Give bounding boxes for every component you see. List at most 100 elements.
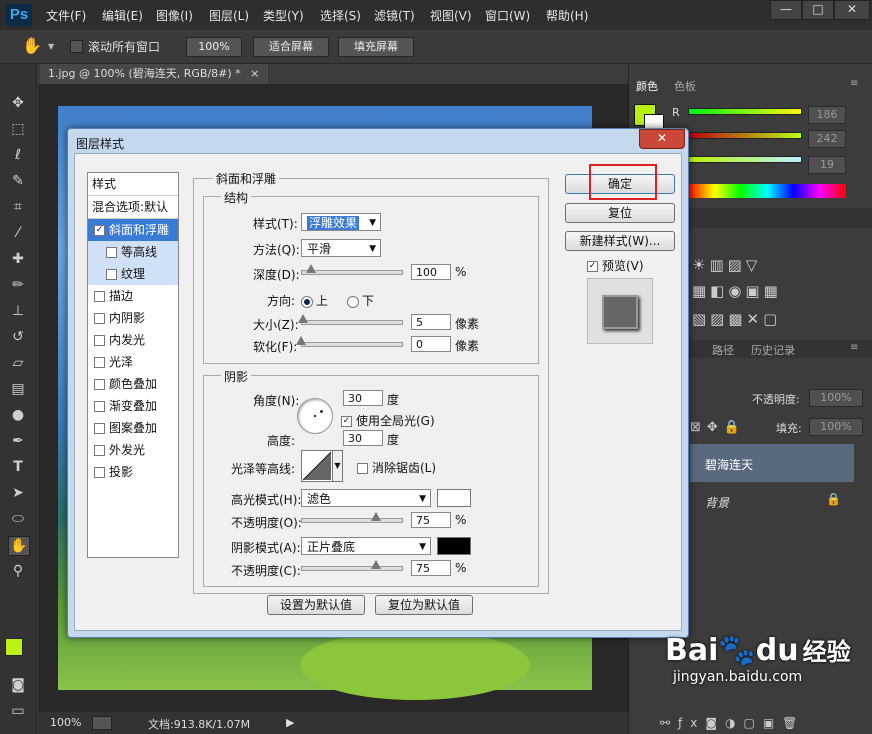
soften-slider-thumb[interactable] bbox=[296, 336, 306, 345]
fill-value[interactable]: 100% bbox=[809, 418, 863, 436]
lock-icons[interactable]: ⊠✥🔒 bbox=[690, 420, 746, 435]
menu-file[interactable]: 文件(F) bbox=[46, 7, 86, 24]
dodge-tool-icon[interactable]: ● bbox=[8, 406, 28, 424]
style-item[interactable]: 图案叠加 bbox=[88, 417, 178, 439]
styles-header[interactable]: 样式 bbox=[88, 173, 178, 196]
style-checkbox[interactable] bbox=[94, 445, 105, 456]
adjustment-icons-row-3[interactable]: ▧▨▩✕▢ bbox=[692, 310, 781, 328]
color-tab[interactable]: 颜色 bbox=[636, 78, 658, 94]
size-input[interactable]: 5 bbox=[411, 314, 451, 330]
menu-layer[interactable]: 图层(L) bbox=[209, 7, 249, 24]
lasso-tool-icon[interactable]: ℓ bbox=[8, 146, 28, 164]
method-select[interactable]: 平滑 ▼ bbox=[301, 239, 381, 257]
gradient-tool-icon[interactable]: ▤ bbox=[8, 380, 28, 398]
angle-input[interactable]: 30 bbox=[343, 390, 383, 406]
make-default-button[interactable]: 设置为默认值 bbox=[267, 595, 365, 615]
menu-window[interactable]: 窗口(W) bbox=[485, 7, 530, 24]
hand-tool-button-icon[interactable]: ✋ bbox=[8, 536, 30, 556]
pen-tool-icon[interactable]: ✒ bbox=[8, 432, 28, 450]
style-checkbox[interactable]: ✓ bbox=[94, 225, 105, 236]
radio-up[interactable] bbox=[301, 295, 313, 308]
zoom-100-button[interactable]: 100% bbox=[186, 37, 242, 57]
healing-tool-icon[interactable]: ✚ bbox=[8, 250, 28, 268]
stamp-tool-icon[interactable]: ⊥ bbox=[8, 302, 28, 320]
size-slider-track[interactable] bbox=[301, 320, 403, 325]
contour-dropdown-icon[interactable]: ▼ bbox=[332, 450, 343, 482]
layer-row-selected[interactable]: 碧海连天 bbox=[690, 444, 854, 482]
style-item[interactable]: 渐变叠加 bbox=[88, 395, 178, 417]
history-brush-tool-icon[interactable]: ↺ bbox=[8, 328, 28, 346]
adjustment-icons-row-1[interactable]: ☀▥▨▽ bbox=[692, 256, 761, 274]
shadow-opacity-thumb[interactable] bbox=[371, 560, 381, 569]
fit-screen-button[interactable]: 适合屏幕 bbox=[253, 37, 329, 57]
shape-tool-icon[interactable]: ⬭ bbox=[8, 510, 28, 528]
adjustment-icons-row-2[interactable]: ▦◧◉▣▦ bbox=[692, 282, 782, 300]
altitude-input[interactable]: 30 bbox=[343, 430, 383, 446]
highlight-color-swatch[interactable] bbox=[437, 489, 471, 507]
style-item[interactable]: ✓ 斜面和浮雕 bbox=[88, 219, 178, 241]
style-checkbox[interactable] bbox=[94, 423, 105, 434]
type-tool-icon[interactable]: T bbox=[8, 458, 28, 476]
preview-checkbox-row[interactable]: ✓ 预览(V) bbox=[587, 257, 644, 274]
depth-slider-track[interactable] bbox=[301, 270, 403, 275]
style-item[interactable]: 等高线 bbox=[88, 241, 178, 263]
highlight-mode-select[interactable]: 滤色 ▼ bbox=[301, 489, 431, 507]
style-item[interactable]: 描边 bbox=[88, 285, 178, 307]
close-tab-icon[interactable]: × bbox=[250, 67, 259, 80]
zoom-tool-icon[interactable]: ⚲ bbox=[8, 562, 28, 580]
style-item[interactable]: 光泽 bbox=[88, 351, 178, 373]
highlight-opacity-input[interactable]: 75 bbox=[411, 512, 451, 528]
path-select-tool-icon[interactable]: ➤ bbox=[8, 484, 28, 502]
layer-row[interactable]: 背景 🔒 bbox=[690, 484, 854, 518]
style-checkbox[interactable] bbox=[94, 291, 105, 302]
eraser-tool-icon[interactable]: ▱ bbox=[8, 354, 28, 372]
preview-checkbox[interactable]: ✓ bbox=[587, 261, 598, 272]
fill-screen-button[interactable]: 填充屏幕 bbox=[338, 37, 414, 57]
crop-tool-icon[interactable]: ⌗ bbox=[8, 198, 28, 216]
channel-r-value[interactable]: 186 bbox=[808, 106, 846, 124]
maximize-button[interactable]: □ bbox=[802, 0, 834, 20]
style-item[interactable]: 颜色叠加 bbox=[88, 373, 178, 395]
depth-slider-thumb[interactable] bbox=[306, 264, 316, 273]
style-checkbox[interactable] bbox=[94, 313, 105, 324]
reset-to-default-button[interactable]: 复位为默认值 bbox=[375, 595, 473, 615]
marquee-tool-icon[interactable]: ⬚ bbox=[8, 120, 28, 138]
shadow-opacity-input[interactable]: 75 bbox=[411, 560, 451, 576]
shadow-color-swatch[interactable] bbox=[437, 537, 471, 555]
soften-slider-track[interactable] bbox=[301, 342, 403, 347]
soften-input[interactable]: 0 bbox=[411, 336, 451, 352]
menu-filter[interactable]: 滤镜(T) bbox=[374, 7, 415, 24]
radio-down[interactable] bbox=[347, 295, 359, 308]
move-tool-icon[interactable]: ✥ bbox=[8, 94, 28, 112]
style-item[interactable]: 外发光 bbox=[88, 439, 178, 461]
new-style-button[interactable]: 新建样式(W)... bbox=[565, 231, 675, 251]
history-tab[interactable]: 历史记录 bbox=[751, 342, 795, 358]
shadow-opacity-track[interactable] bbox=[301, 566, 403, 571]
tool-preset-dropdown-icon[interactable]: ▼ bbox=[48, 42, 54, 51]
highlight-opacity-track[interactable] bbox=[301, 518, 403, 523]
paths-tab[interactable]: 路径 bbox=[712, 342, 734, 358]
style-checkbox[interactable] bbox=[94, 401, 105, 412]
style-item[interactable]: 纹理 bbox=[88, 263, 178, 285]
style-item[interactable]: 投影 bbox=[88, 461, 178, 483]
eyedropper-tool-icon[interactable]: ⁄ bbox=[8, 224, 28, 242]
layers-bottom-icons[interactable]: ⚯ƒx◙◑▢▣🗑 bbox=[660, 716, 805, 730]
style-checkbox[interactable] bbox=[94, 467, 105, 478]
style-checkbox[interactable] bbox=[94, 357, 105, 368]
status-zoom[interactable]: 100% bbox=[50, 716, 81, 729]
brush-tool-icon[interactable]: ✏ bbox=[8, 276, 28, 294]
style-item[interactable]: 内阴影 bbox=[88, 307, 178, 329]
quick-select-tool-icon[interactable]: ✎ bbox=[8, 172, 28, 190]
style-checkbox[interactable] bbox=[94, 379, 105, 390]
global-light-checkbox[interactable]: ✓ bbox=[341, 416, 352, 427]
status-arrow-icon[interactable]: ▶ bbox=[286, 716, 294, 729]
style-checkbox[interactable] bbox=[106, 269, 117, 280]
scroll-all-checkbox[interactable] bbox=[70, 40, 83, 53]
channel-b-value[interactable]: 19 bbox=[808, 156, 846, 174]
antialias-row[interactable]: 消除锯齿(L) bbox=[357, 459, 436, 476]
minimize-button[interactable]: — bbox=[770, 0, 802, 20]
menu-type[interactable]: 类型(Y) bbox=[263, 7, 304, 24]
size-slider-thumb[interactable] bbox=[298, 314, 308, 323]
opacity-value[interactable]: 100% bbox=[809, 389, 863, 407]
channel-b-slider[interactable] bbox=[688, 156, 802, 163]
